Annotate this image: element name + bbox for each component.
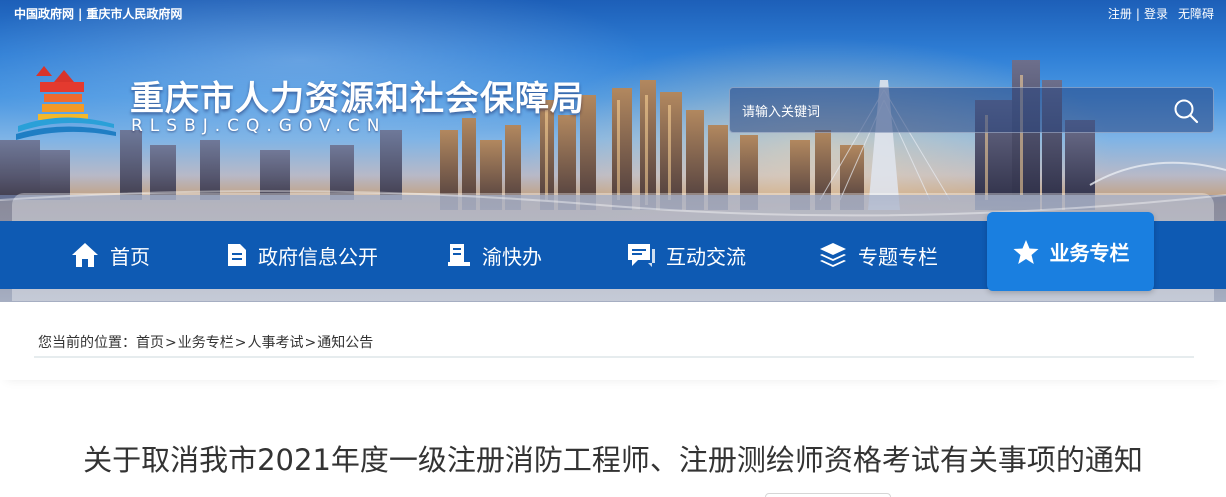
- breadcrumb: 您当前的位置：首页>业务专栏>人事考试>通知公告: [38, 332, 373, 352]
- search-box: [729, 87, 1214, 133]
- top-right-links: 注册 | 登录 无障碍: [1108, 5, 1214, 22]
- breadcrumb-business[interactable]: 业务专栏: [178, 335, 234, 351]
- nav-label-topics: 专题专栏: [858, 244, 938, 269]
- breadcrumb-separator: >: [304, 335, 317, 351]
- link-register[interactable]: 注册: [1108, 7, 1132, 21]
- nav-item-business[interactable]: 业务专栏: [987, 212, 1154, 291]
- breadcrumb-divider: [34, 356, 1194, 358]
- nav-item-gov-info[interactable]: 政府信息公开: [226, 221, 378, 289]
- link-login[interactable]: 登录: [1144, 7, 1168, 21]
- document-icon: [228, 244, 246, 266]
- breadcrumb-separator: >: [165, 335, 177, 351]
- breadcrumb-prefix: 您当前的位置：: [38, 335, 136, 351]
- star-icon: [1013, 239, 1038, 264]
- search-icon[interactable]: [1173, 98, 1199, 124]
- top-separator: |: [1135, 7, 1140, 21]
- nav-label-interaction: 互动交流: [666, 244, 746, 269]
- breadcrumb-notice[interactable]: 通知公告: [317, 335, 373, 351]
- top-separator: |: [78, 7, 83, 21]
- book-icon: [448, 244, 470, 266]
- top-left-links: 中国政府网 | 重庆市人民政府网: [14, 5, 182, 22]
- home-icon: [72, 243, 98, 267]
- breadcrumb-exam[interactable]: 人事考试: [247, 335, 303, 351]
- nav-label-yukuaiban: 渝快办: [482, 244, 542, 269]
- link-gov-cn[interactable]: 中国政府网: [14, 7, 74, 21]
- link-accessibility[interactable]: 无障碍: [1178, 7, 1214, 21]
- nav-item-home[interactable]: 首页: [70, 221, 150, 289]
- breadcrumb-home[interactable]: 首页: [136, 335, 164, 351]
- chat-icon: [628, 244, 655, 267]
- site-title: 重庆市人力资源和社会保障局: [130, 79, 585, 119]
- nav-item-topics[interactable]: 专题专栏: [818, 221, 938, 289]
- breadcrumb-area: 您当前的位置：首页>业务专栏>人事考试>通知公告: [0, 302, 1226, 380]
- nav-label-gov-info: 政府信息公开: [258, 244, 378, 269]
- layers-icon: [820, 243, 846, 267]
- nav-label-home: 首页: [110, 244, 150, 269]
- breadcrumb-separator: >: [234, 335, 247, 351]
- article-title: 关于取消我市2021年度一级注册消防工程师、注册测绘师资格考试有关事项的通知: [83, 443, 1143, 477]
- link-cq-gov[interactable]: 重庆市人民政府网: [86, 7, 182, 21]
- article-tools-box: [765, 493, 891, 497]
- search-input[interactable]: [742, 98, 1142, 124]
- nav-label-business: 业务专栏: [1049, 241, 1130, 265]
- nav-item-interaction[interactable]: 互动交流: [626, 221, 746, 289]
- site-domain: RLSBJ.CQ.GOV.CN: [131, 116, 387, 136]
- nav-item-yukuaiban[interactable]: 渝快办: [446, 221, 542, 289]
- site-logo-icon[interactable]: [14, 62, 118, 146]
